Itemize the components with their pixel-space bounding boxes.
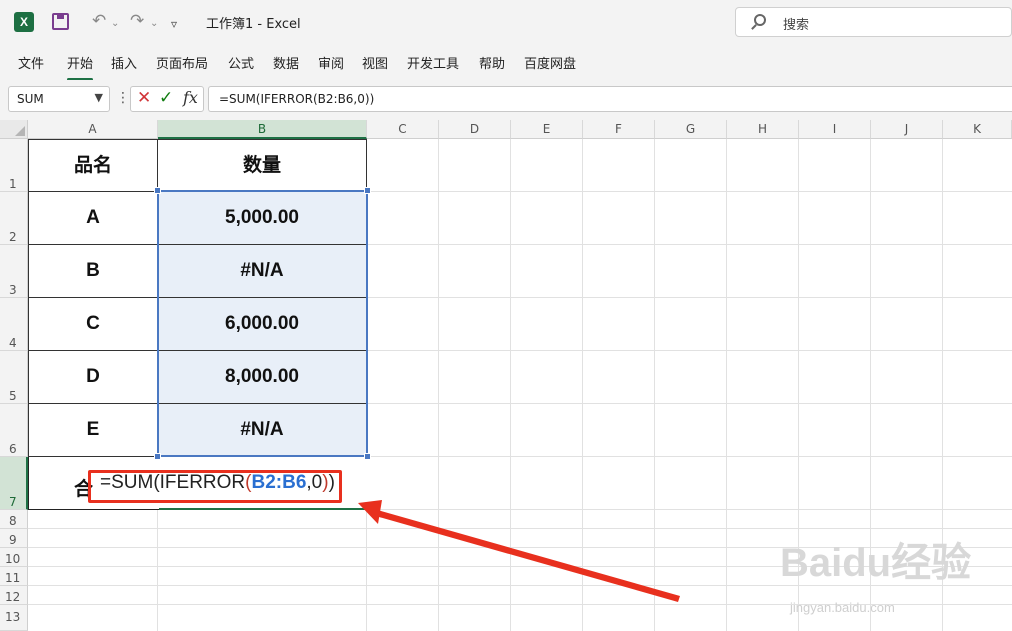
tab-baidu-netdisk[interactable]: 百度网盘 [524,53,576,72]
name-box[interactable]: SUM ▼ [8,86,110,112]
window-title: 工作簿1 - Excel [206,17,301,32]
search-placeholder: 搜索 [783,18,810,33]
more-options-icon[interactable]: ⋮ [116,90,130,106]
chevron-down-icon[interactable]: ▼ [95,91,103,104]
formula-bar: SUM ▼ ⋮ ✕ ✓ fx =SUM(IFERROR(B2:B6,0)) [0,80,1012,120]
formula-input[interactable]: =SUM(IFERROR(B2:B6,0)) [208,86,1012,112]
redo-dropdown-icon[interactable]: ⌄ [150,14,158,34]
tab-review[interactable]: 审阅 [318,53,344,72]
enter-check-icon[interactable]: ✓ [159,88,173,108]
tab-file[interactable]: 文件 [18,53,44,72]
tab-page-layout[interactable]: 页面布局 [156,53,208,72]
tab-help[interactable]: 帮助 [479,53,505,72]
tab-developer[interactable]: 开发工具 [407,53,459,72]
insert-function-icon[interactable]: fx [183,88,198,107]
search-box[interactable]: 搜索 [735,7,1012,37]
tab-view[interactable]: 视图 [362,53,388,72]
redo-icon[interactable]: ↷ [130,11,144,31]
tab-insert[interactable]: 插入 [111,53,137,72]
tab-formulas[interactable]: 公式 [228,53,254,72]
formula-text: =SUM(IFERROR(B2:B6,0)) [219,92,375,106]
tab-data[interactable]: 数据 [273,53,299,72]
baidu-watermark-url: jingyan.baidu.com [790,600,895,615]
baidu-watermark: Baidu经验 [780,541,972,585]
search-icon [754,14,766,26]
title-bar: X ↶ ⌄ ↷ ⌄ ▿ 工作簿1 - Excel 搜索 [0,0,1012,44]
undo-icon[interactable]: ↶ [92,11,106,31]
save-icon[interactable] [52,13,69,30]
ribbon-tabs: 文件 开始 插入 页面布局 公式 数据 审阅 视图 开发工具 帮助 百度网盘 [0,44,1012,81]
undo-dropdown-icon[interactable]: ⌄ [111,14,119,34]
customize-toolbar-icon[interactable]: ▿ [171,14,177,34]
name-box-value: SUM [17,92,44,106]
formula-actions: ✕ ✓ fx [130,86,204,112]
cancel-icon[interactable]: ✕ [137,88,151,108]
worksheet-grid[interactable]: A B C D E F G H I J K 1 2 3 4 5 6 7 8 9 … [0,120,1012,631]
excel-app-icon: X [14,12,34,32]
tab-home[interactable]: 开始 [67,53,94,81]
